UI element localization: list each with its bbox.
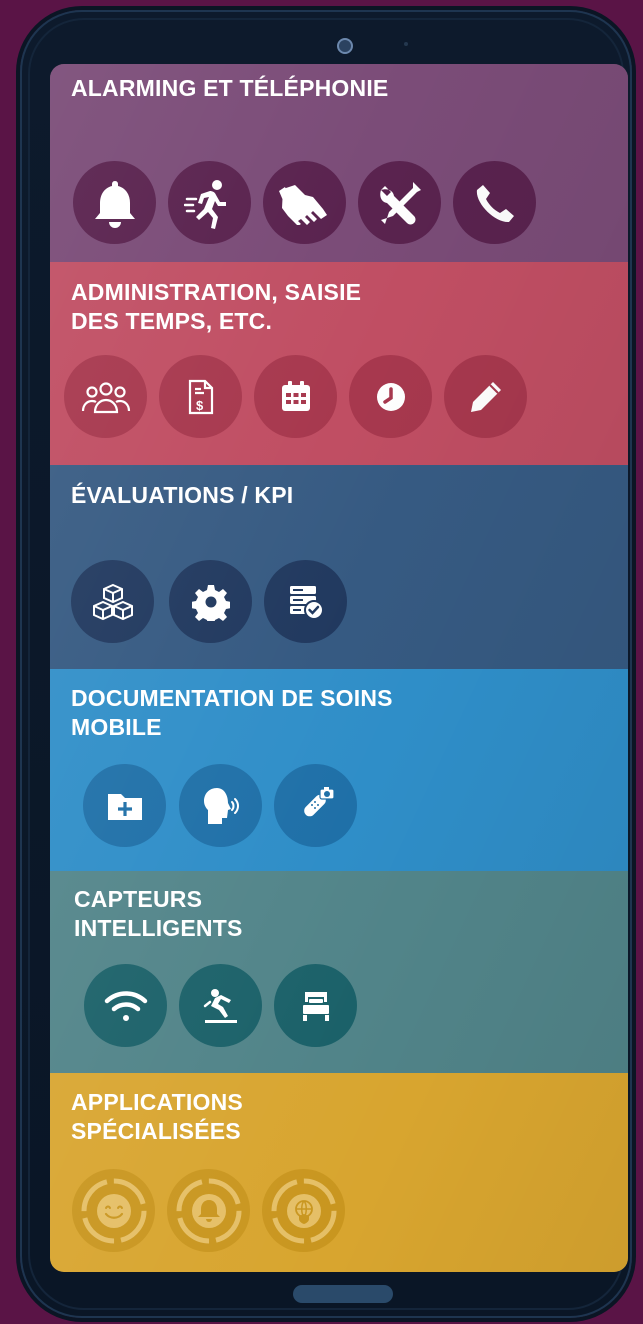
wifi-icon[interactable] xyxy=(84,964,167,1047)
bell-target-icon[interactable] xyxy=(167,1169,250,1252)
section-documentation: DOCUMENTATION DE SOINS MOBILE xyxy=(50,669,628,871)
voice-icon[interactable] xyxy=(179,764,262,847)
invoice-icon[interactable]: $ xyxy=(159,355,242,438)
handshake-icon[interactable] xyxy=(263,161,346,244)
server-check-icon[interactable] xyxy=(264,560,347,643)
calendar-icon[interactable] xyxy=(254,355,337,438)
bandage-camera-icon[interactable] xyxy=(274,764,357,847)
proximity-sensor xyxy=(404,42,408,46)
fall-detection-icon[interactable] xyxy=(179,964,262,1047)
clock-icon[interactable] xyxy=(349,355,432,438)
pencil-icon[interactable] xyxy=(444,355,527,438)
tools-icon[interactable] xyxy=(358,161,441,244)
section-evaluations: ÉVALUATIONS / KPI xyxy=(50,465,628,669)
phone-screen: ALARMING ET TÉLÉPHONIE ADMINISTRATION, S… xyxy=(50,64,628,1272)
bell-icon[interactable] xyxy=(73,161,156,244)
section-alarming: ALARMING ET TÉLÉPHONIE xyxy=(50,64,628,262)
home-indicator[interactable] xyxy=(293,1285,393,1303)
section-capteurs: CAPTEURS INTELLIGENTS xyxy=(50,871,628,1073)
smile-icon[interactable] xyxy=(72,1169,155,1252)
phone-icon[interactable] xyxy=(453,161,536,244)
front-camera xyxy=(337,38,353,54)
gear-icon[interactable] xyxy=(169,560,252,643)
users-icon[interactable] xyxy=(64,355,147,438)
running-person-icon[interactable] xyxy=(168,161,251,244)
cubes-icon[interactable] xyxy=(71,560,154,643)
section-applications: APPLICATIONS SPÉCIALISÉES xyxy=(50,1073,628,1272)
bed-icon[interactable] xyxy=(274,964,357,1047)
globe-shield-icon[interactable] xyxy=(262,1169,345,1252)
section-administration: ADMINISTRATION, SAISIE DES TEMPS, ETC. $ xyxy=(50,262,628,465)
folder-plus-icon[interactable] xyxy=(83,764,166,847)
svg-text:$: $ xyxy=(196,398,204,413)
